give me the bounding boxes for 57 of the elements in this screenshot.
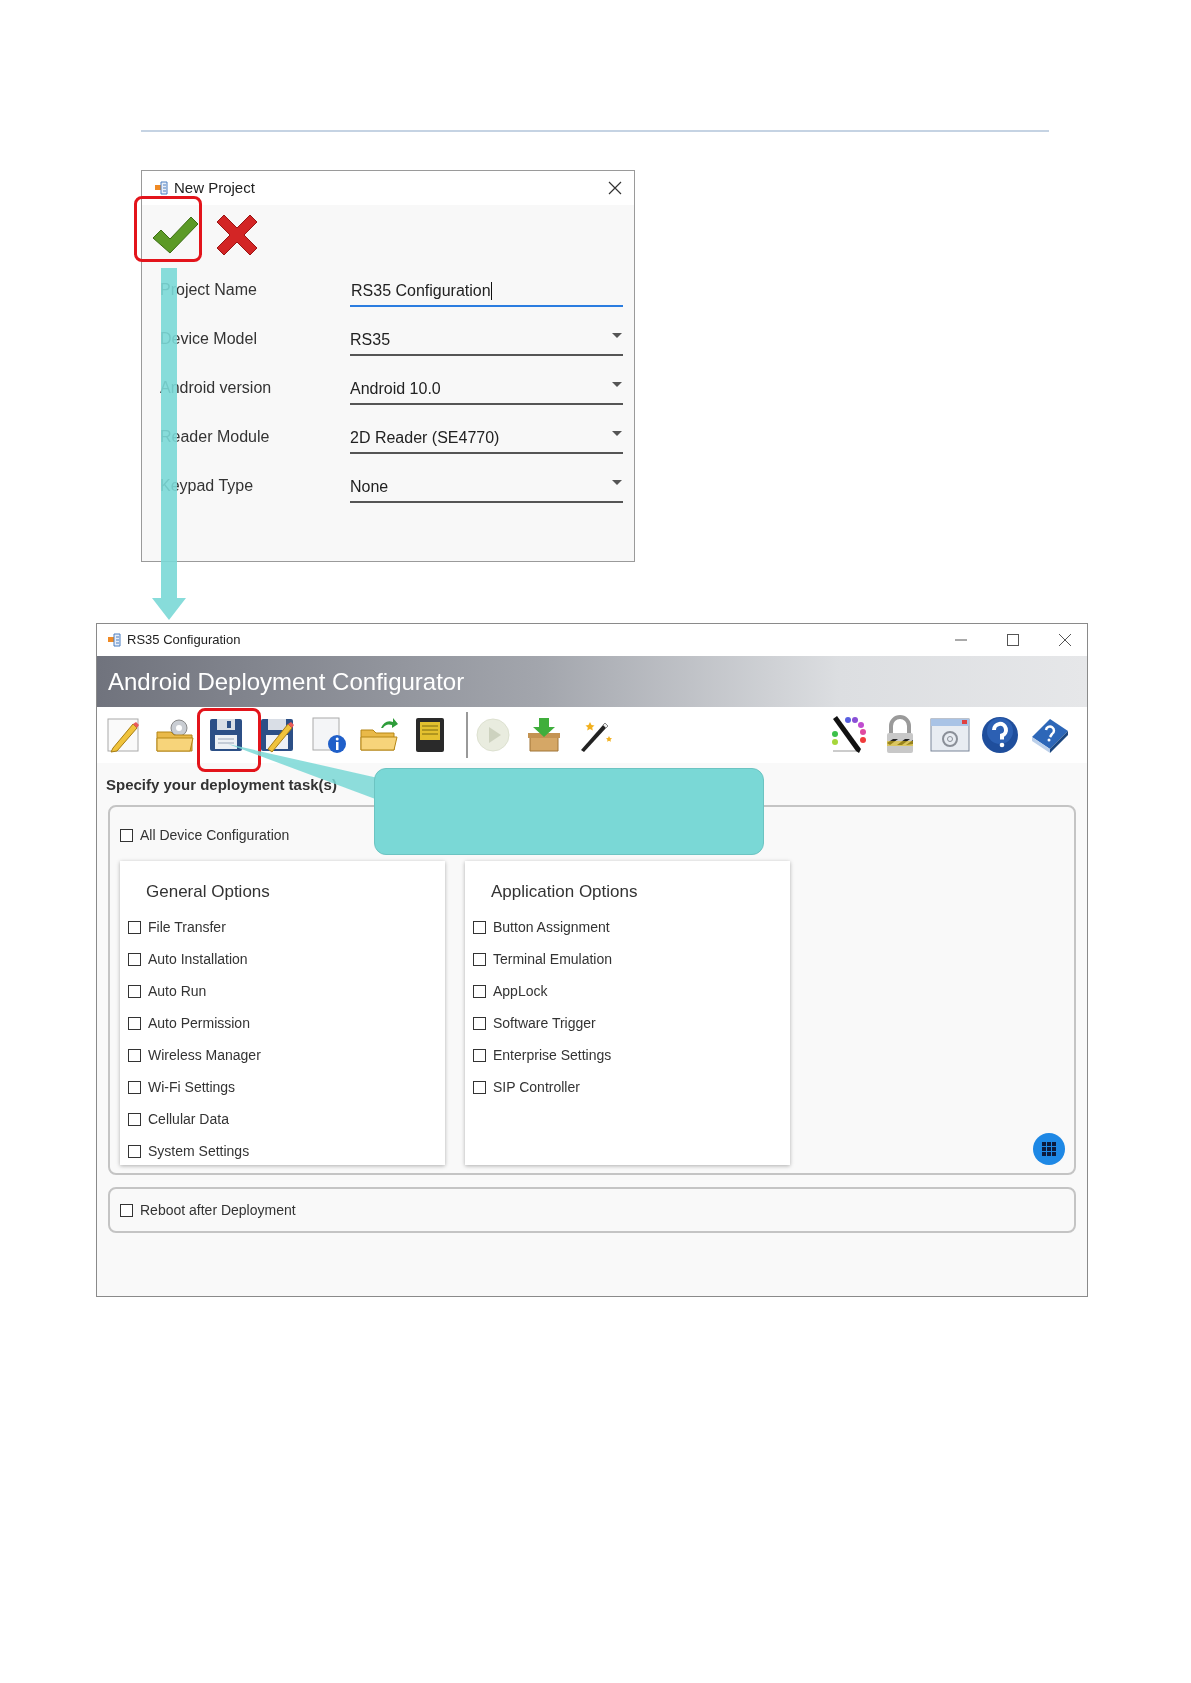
- checkbox[interactable]: [128, 1144, 141, 1158]
- checkbox-label: Auto Installation: [148, 949, 248, 969]
- section-label: Specify your deployment task(s): [106, 776, 337, 793]
- dialog-title: New Project: [174, 177, 255, 198]
- dropdown-field[interactable]: 2D Reader (SE4770): [350, 424, 623, 454]
- checkbox[interactable]: [128, 1016, 141, 1030]
- checkbox-label: Wireless Manager: [148, 1045, 261, 1065]
- checkbox[interactable]: [128, 952, 141, 966]
- caret-icon: [612, 480, 622, 486]
- checkbox[interactable]: [473, 920, 486, 934]
- app-icon: [107, 632, 123, 648]
- checkbox-label: SIP Controller: [493, 1077, 580, 1097]
- caret-icon: [612, 382, 622, 388]
- dropdown-field[interactable]: None: [350, 473, 623, 503]
- checkbox[interactable]: [128, 1112, 141, 1126]
- dropdown-field[interactable]: RS35: [350, 326, 623, 356]
- help-icon[interactable]: [979, 714, 1021, 756]
- checkbox[interactable]: [473, 1080, 486, 1094]
- checkbox[interactable]: [473, 1048, 486, 1062]
- checkbox[interactable]: [128, 920, 141, 934]
- checkbox[interactable]: [128, 984, 141, 998]
- maximize-icon[interactable]: [1007, 634, 1019, 646]
- panel-title: General Options: [146, 882, 270, 901]
- checkbox-label: AppLock: [493, 981, 548, 1001]
- checkmark-icon: [151, 214, 199, 256]
- close-icon[interactable]: [608, 181, 622, 195]
- caret-icon: [612, 333, 622, 339]
- checkbox-label: Wi-Fi Settings: [148, 1077, 236, 1097]
- dropdown-field[interactable]: Android 10.0: [350, 375, 623, 405]
- app-title: Android Deployment Configurator: [108, 666, 465, 697]
- caret-icon: [612, 431, 622, 437]
- checkbox-label: Button Assignment: [493, 917, 610, 937]
- checkbox-label: File Transfer: [148, 917, 226, 937]
- checkbox-label: Software Trigger: [493, 1013, 596, 1033]
- checkbox-label: Terminal Emulation: [493, 949, 613, 969]
- cross-icon: [214, 212, 260, 258]
- checkbox[interactable]: [473, 984, 486, 998]
- checkbox[interactable]: [120, 829, 133, 842]
- grid-button[interactable]: [1033, 1133, 1065, 1165]
- app-icon: [154, 180, 170, 196]
- checkbox[interactable]: [120, 1203, 133, 1217]
- checkbox[interactable]: [128, 1048, 141, 1062]
- checkbox-label: Auto Permission: [148, 1013, 250, 1033]
- checkbox-label: Cellular Data: [148, 1109, 229, 1129]
- checkbox-label: Reboot after Deployment: [140, 1200, 296, 1220]
- grid-icon: [1042, 1142, 1056, 1156]
- checkbox-label: Auto Run: [148, 981, 207, 1001]
- checkbox[interactable]: [473, 952, 486, 966]
- checkbox[interactable]: [473, 1016, 486, 1030]
- window-title: RS35 Configuration: [127, 631, 241, 650]
- checkbox-label: Enterprise Settings: [493, 1045, 612, 1065]
- checkbox[interactable]: [128, 1080, 141, 1094]
- checkbox-label: All Device Configuration: [140, 826, 290, 845]
- text-field[interactable]: RS35 Configuration: [350, 277, 623, 307]
- checkbox-label: System Settings: [148, 1141, 250, 1161]
- panel-title: Application Options: [491, 882, 638, 901]
- close-icon[interactable]: [1059, 634, 1071, 646]
